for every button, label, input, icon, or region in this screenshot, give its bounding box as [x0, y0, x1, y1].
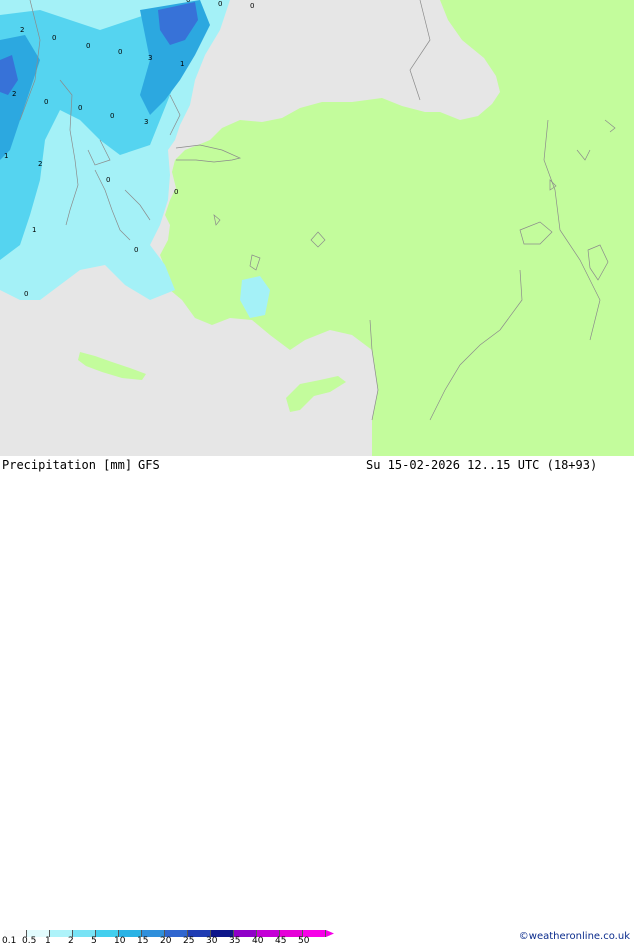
model-name: GFS — [138, 458, 160, 472]
precip-value-label: 2 — [12, 90, 16, 98]
legend-label: 15 — [137, 936, 149, 946]
legend-label: 1 — [45, 936, 51, 946]
legend-label: 50 — [298, 936, 310, 946]
legend-swatch — [96, 930, 119, 937]
legend-label: 10 — [114, 936, 126, 946]
legend-label: 35 — [229, 936, 241, 946]
legend-label: 25 — [183, 936, 195, 946]
precip-value-label: 0 — [110, 112, 114, 120]
precip-value-label: 2 — [20, 26, 24, 34]
precip-value-label: 0 — [118, 48, 122, 56]
map-canvas: 2 0 0 0 3 1 2 0 0 0 3 1 2 0 0 1 0 0 0 0 0 — [0, 0, 634, 456]
precip-value-label: 0 — [78, 104, 82, 112]
precip-value-label: 0 — [186, 0, 190, 4]
product-title: Precipitation [mm] — [2, 458, 133, 472]
legend-label: 5 — [91, 936, 97, 946]
valid-datetime: Su 15-02-2026 12..15 UTC (18+93) — [366, 458, 598, 472]
precip-value-label: 0 — [52, 34, 56, 42]
legend-label: 30 — [206, 936, 218, 946]
footer-bar: Precipitation [mm] GFS Su 15-02-2026 12.… — [0, 456, 634, 946]
legend-label: 45 — [275, 936, 287, 946]
precip-value-label: 0 — [218, 0, 222, 8]
legend-swatch — [27, 930, 50, 937]
legend-swatch — [234, 930, 257, 937]
credit-link[interactable]: ©weatheronline.co.uk — [519, 931, 630, 942]
precip-value-label: 0 — [134, 246, 138, 254]
legend-swatch — [257, 930, 280, 937]
legend-label: 0.1 — [2, 936, 17, 946]
precip-value-label: 0 — [106, 176, 110, 184]
precip-value-label: 0 — [250, 2, 254, 10]
precip-value-label: 0 — [24, 290, 28, 298]
legend-label: 2 — [68, 936, 74, 946]
precip-value-label: 2 — [38, 160, 42, 168]
legend-swatch — [142, 930, 165, 937]
legend-swatch — [303, 930, 326, 937]
precip-value-label: 0 — [86, 42, 90, 50]
legend-swatch — [50, 930, 73, 937]
precip-value-label: 1 — [4, 152, 8, 160]
precip-value-label: 0 — [44, 98, 48, 106]
legend-swatch — [73, 930, 96, 937]
legend-swatch — [211, 930, 234, 937]
color-legend — [4, 930, 326, 937]
legend-labels: 0.1 0.5 1 2 5 10 15 20 25 30 35 40 45 50 — [0, 937, 330, 946]
legend-swatch — [280, 930, 303, 937]
precip-value-label: 3 — [148, 54, 152, 62]
legend-label: 20 — [160, 936, 172, 946]
legend-label: 40 — [252, 936, 264, 946]
legend-label: 0.5 — [22, 936, 37, 946]
legend-swatch — [188, 930, 211, 937]
precip-value-label: 1 — [180, 60, 184, 68]
legend-swatch — [119, 930, 142, 937]
legend-swatch — [4, 930, 27, 937]
precipitation-map: 2 0 0 0 3 1 2 0 0 0 3 1 2 0 0 1 0 0 0 0 0 — [0, 0, 634, 456]
precip-value-label: 1 — [32, 226, 36, 234]
precip-value-label: 3 — [144, 118, 148, 126]
legend-swatch — [165, 930, 188, 937]
precip-value-label: 0 — [174, 188, 178, 196]
